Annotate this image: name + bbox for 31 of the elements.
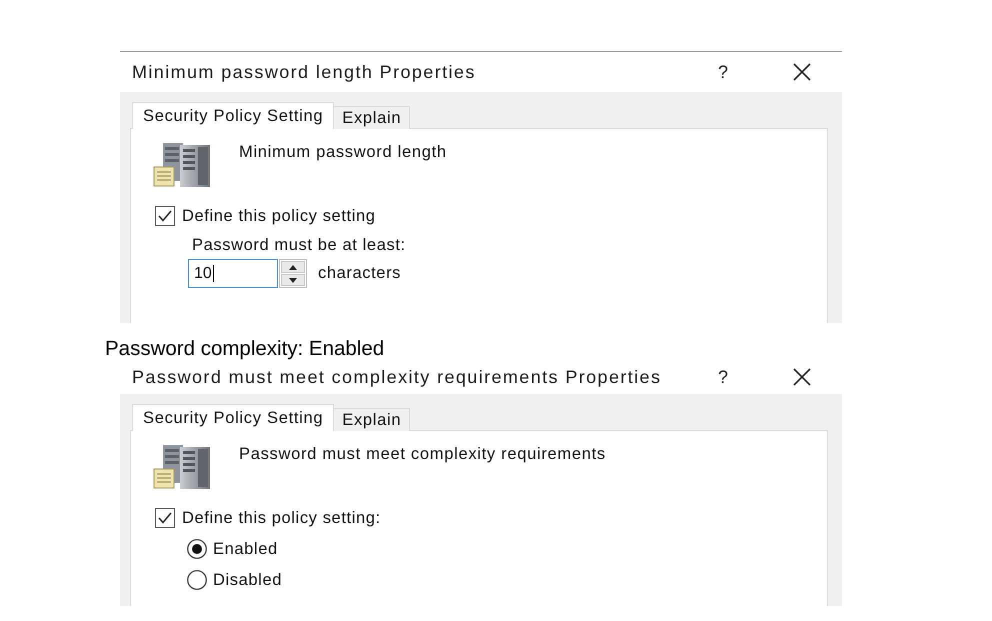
field-label: Password must be at least:	[192, 236, 406, 255]
radio-label: Enabled	[213, 540, 278, 558]
help-button[interactable]: ?	[700, 57, 746, 87]
window-title: Password must meet complexity requirements Properties	[132, 366, 662, 388]
spin-down-button[interactable]	[281, 274, 305, 286]
radio-label: Disabled	[213, 570, 282, 590]
checkbox-label: Define this policy setting:	[182, 508, 381, 528]
window-title: Minimum password length Properties	[132, 62, 477, 82]
radio-button[interactable]	[187, 539, 207, 559]
unit-label: characters	[318, 264, 402, 283]
policy-name: Minimum password length	[239, 143, 447, 162]
tab[interactable]: Security Policy Setting	[132, 102, 334, 129]
close-icon	[793, 63, 811, 81]
server-icon	[153, 445, 210, 489]
caret-down-icon	[289, 278, 297, 282]
close-icon	[793, 368, 811, 386]
tab[interactable]: Explain	[334, 106, 410, 129]
number-field[interactable]: 10	[188, 259, 278, 288]
checkbox-label: Define this policy setting	[182, 206, 376, 226]
server-icon	[153, 143, 210, 187]
spin-up-button[interactable]	[281, 261, 305, 273]
tab[interactable]: Security Policy Setting	[132, 404, 334, 431]
checkbox[interactable]	[155, 206, 175, 226]
caret-up-icon	[289, 264, 297, 270]
policy-name: Password must meet complexity requirements	[239, 445, 606, 464]
radio-button[interactable]	[187, 570, 207, 590]
checkbox[interactable]	[155, 508, 175, 528]
text-cursor-icon	[212, 265, 214, 282]
caption-text: Password complexity: Enabled	[105, 338, 384, 360]
tab[interactable]: Explain	[334, 408, 410, 431]
help-button[interactable]: ?	[700, 362, 746, 392]
